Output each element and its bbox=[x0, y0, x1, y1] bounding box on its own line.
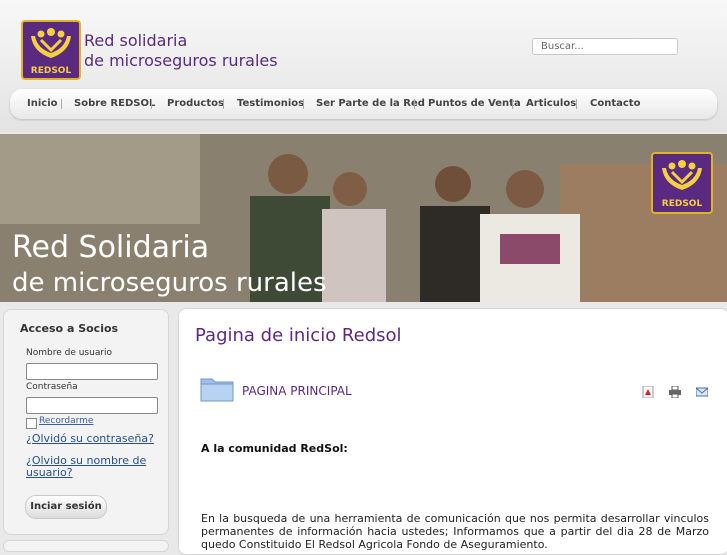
login-title: Acceso a Socios bbox=[20, 322, 119, 335]
remember-label[interactable]: Recordarme bbox=[39, 416, 93, 426]
search-input[interactable]: Buscar... bbox=[532, 38, 678, 55]
nav-separator bbox=[512, 99, 513, 109]
nav-item-articulos[interactable]: Articulos bbox=[526, 98, 576, 109]
nav-item-inicio[interactable]: Inicio bbox=[27, 98, 58, 109]
nav-separator bbox=[151, 99, 152, 109]
remember-checkbox[interactable] bbox=[26, 418, 37, 429]
forgot-username-link[interactable]: ¿Olvido su nombre de usuario? bbox=[26, 455, 156, 479]
nav-item-ser-parte[interactable]: Ser Parte de la Red bbox=[316, 98, 425, 109]
pdf-icon[interactable] bbox=[642, 386, 654, 398]
login-button[interactable]: Inciar sesión bbox=[25, 495, 107, 519]
username-field[interactable] bbox=[26, 363, 158, 380]
nav-separator bbox=[61, 99, 62, 109]
nav-item-puntos-de-venta[interactable]: Puntos de Venta bbox=[428, 98, 521, 109]
banner-logo-text: REDSOL bbox=[661, 199, 703, 209]
username-label: Nombre de usuario bbox=[26, 348, 113, 358]
nav-item-contacto[interactable]: Contacto bbox=[590, 98, 640, 109]
nav-item-productos[interactable]: Productos bbox=[167, 98, 224, 109]
brand-line-1: Red solidaria bbox=[84, 31, 188, 50]
folder-icon bbox=[200, 378, 234, 402]
secondary-panel bbox=[3, 540, 169, 552]
nav-separator bbox=[223, 99, 224, 109]
page-title: Pagina de inicio Redsol bbox=[195, 325, 402, 346]
banner-title-line-1: Red Solidaria bbox=[12, 230, 210, 265]
hands-emblem-icon bbox=[662, 160, 702, 190]
banner-title-line-2: de microseguros rurales bbox=[12, 268, 327, 298]
main-nav: Inicio Sobre REDSOL Productos Testimonio… bbox=[10, 89, 717, 119]
section-title: PAGINA PRINCIPAL bbox=[242, 384, 352, 398]
forgot-password-link[interactable]: ¿Olvidó su contraseña? bbox=[26, 433, 154, 445]
banner-logo: REDSOL bbox=[651, 152, 713, 214]
print-icon[interactable] bbox=[669, 386, 681, 398]
intro-paragraph: En la busqueda de una herramienta de com… bbox=[201, 512, 709, 551]
greeting-text: A la comunidad RedSol: bbox=[201, 442, 348, 455]
brand-line-2: de microseguros rurales bbox=[84, 51, 278, 70]
hands-emblem-icon bbox=[31, 28, 71, 58]
nav-item-sobre-redsol[interactable]: Sobre REDSOL bbox=[74, 98, 155, 109]
site-header: REDSOL Red solidaria de microseguros rur… bbox=[0, 0, 727, 132]
nav-separator bbox=[303, 99, 304, 109]
nav-separator bbox=[576, 99, 577, 109]
password-label: Contraseña bbox=[26, 382, 78, 392]
nav-separator bbox=[414, 99, 415, 109]
nav-item-testimonios[interactable]: Testimonios bbox=[237, 98, 304, 109]
main-content: Pagina de inicio Redsol PAGINA PRINCIPAL… bbox=[178, 308, 727, 555]
logo-text: REDSOL bbox=[30, 66, 72, 76]
email-icon[interactable] bbox=[696, 386, 708, 398]
password-field[interactable] bbox=[26, 397, 158, 414]
login-panel: Acceso a Socios Nombre de usuario Contra… bbox=[3, 309, 169, 535]
hero-banner: Red Solidaria de microseguros rurales RE… bbox=[0, 134, 727, 302]
redsol-logo[interactable]: REDSOL bbox=[21, 20, 81, 80]
